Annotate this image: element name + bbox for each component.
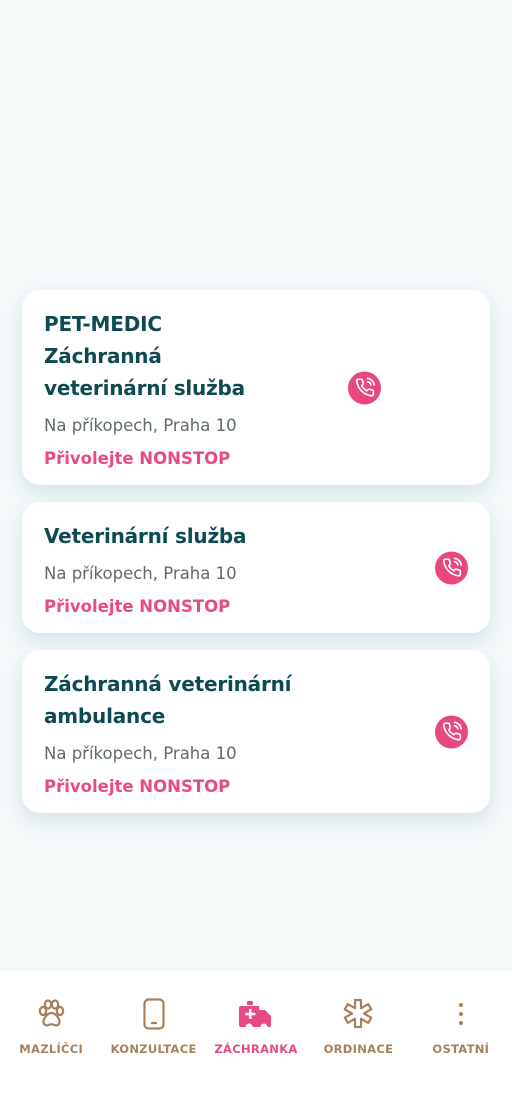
phone-call-icon xyxy=(442,721,462,741)
card-call-cta[interactable]: Přivolejte NONSTOP xyxy=(44,449,390,469)
ambulance-icon xyxy=(239,1001,272,1027)
bottom-navigation: MAZLÍČCI KONZULTACE ZÁCHRANKA ORDINACE O… xyxy=(0,971,512,1109)
nav-item-ordinace[interactable]: ORDINACE xyxy=(307,971,409,1109)
call-button[interactable] xyxy=(435,715,468,748)
call-button[interactable] xyxy=(435,551,468,584)
more-vertical-icon xyxy=(458,1003,463,1025)
emergency-services-list: PET-MEDIC Záchranná veterinární služba N… xyxy=(22,290,490,830)
nav-label: MAZLÍČCI xyxy=(19,1042,84,1056)
nav-item-konzultace[interactable]: KONZULTACE xyxy=(102,971,204,1109)
card-call-cta[interactable]: Přivolejte NONSTOP xyxy=(44,597,390,617)
service-card-ambulance[interactable]: Záchranná veterinární ambulance Na příko… xyxy=(22,650,490,813)
nav-label: ORDINACE xyxy=(323,1042,394,1056)
nav-label: ZÁCHRANKA xyxy=(214,1042,298,1056)
card-address: Na příkopech, Praha 10 xyxy=(44,744,237,763)
card-address: Na příkopech, Praha 10 xyxy=(44,564,237,583)
paw-icon xyxy=(38,999,65,1027)
phone-call-icon xyxy=(355,377,375,397)
medical-cross-icon xyxy=(344,998,373,1029)
nav-item-zachranka[interactable]: ZÁCHRANKA xyxy=(205,971,307,1109)
card-address: Na příkopech, Praha 10 xyxy=(44,416,237,435)
card-title: PET-MEDIC Záchranná veterinární služba xyxy=(44,312,245,400)
call-button[interactable] xyxy=(348,371,381,404)
nav-label: KONZULTACE xyxy=(110,1042,197,1056)
smartphone-icon xyxy=(143,998,165,1030)
nav-item-ostatni[interactable]: OSTATNÍ xyxy=(410,971,512,1109)
service-card-pet-medic[interactable]: PET-MEDIC Záchranná veterinární služba N… xyxy=(22,290,490,485)
card-title: Veterinární služba xyxy=(44,524,247,548)
card-title: Záchranná veterinární ambulance xyxy=(44,672,292,728)
nav-item-mazlicci[interactable]: MAZLÍČCI xyxy=(0,971,102,1109)
phone-call-icon xyxy=(442,557,462,577)
card-call-cta[interactable]: Přivolejte NONSTOP xyxy=(44,777,390,797)
nav-label: OSTATNÍ xyxy=(432,1042,490,1056)
service-card-veterinarni-sluzba[interactable]: Veterinární služba Na příkopech, Praha 1… xyxy=(22,502,490,633)
